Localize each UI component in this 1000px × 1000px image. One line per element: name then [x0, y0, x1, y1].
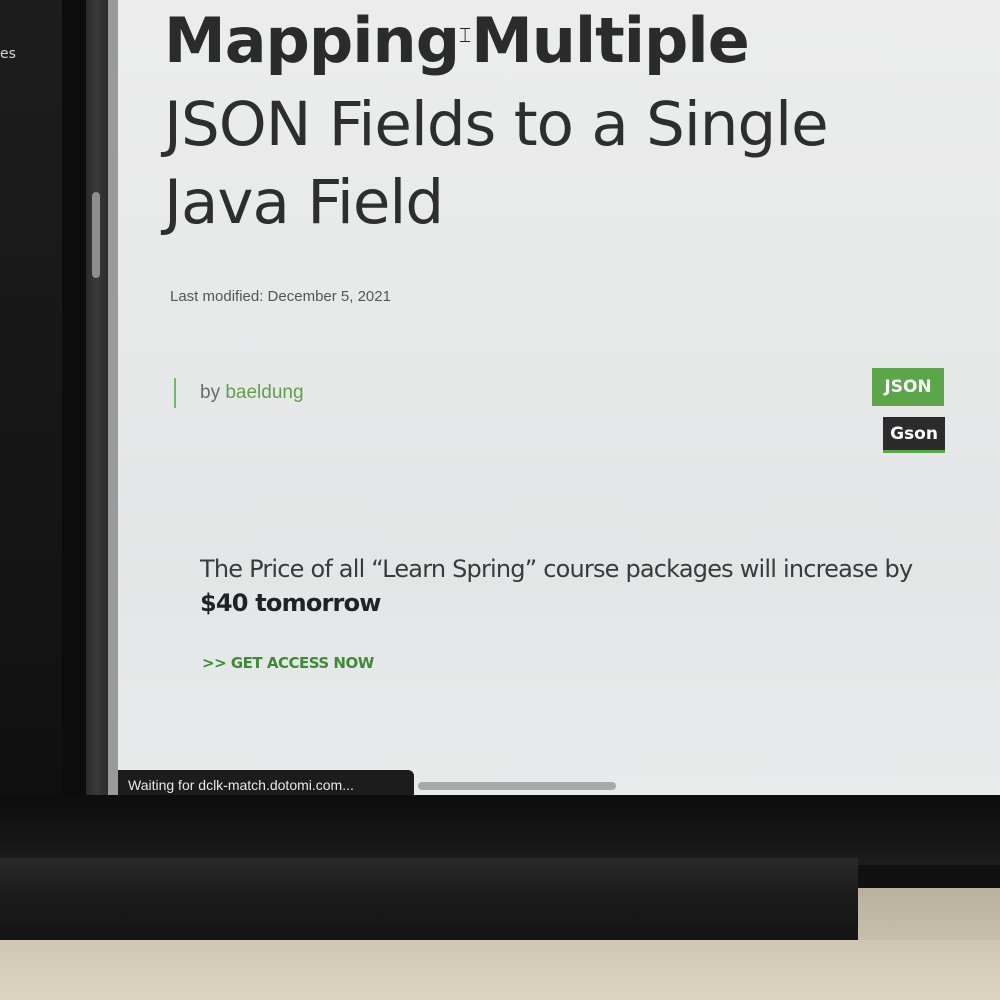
last-modified-date: Last modified: December 5, 2021 [170, 288, 391, 305]
photo-scene: es Mapping⌶Multiple JSON Fields to a Sin… [0, 0, 1000, 1000]
author-byline: by baeldung [174, 378, 304, 408]
article-title-bold: Mapping⌶Multiple [164, 4, 750, 77]
browser-status-bar: Waiting for dclk-match.dotomi.com... [118, 770, 414, 798]
promo-highlight: $40 tomorrow [200, 589, 381, 617]
promo-banner: The Price of all “Learn Spring” course p… [200, 552, 920, 620]
text-cursor-icon: ⌶ [459, 23, 471, 47]
author-link[interactable]: baeldung [225, 382, 303, 403]
title-word-multiple: Multiple [471, 4, 750, 77]
sidebar-partial-text: es [0, 46, 16, 62]
desk-surface [0, 940, 1000, 1000]
author-prefix: by [200, 382, 221, 403]
window-divider [62, 0, 86, 800]
vertical-scrollbar-thumb[interactable] [92, 192, 100, 278]
tag-json[interactable]: JSON [872, 368, 944, 406]
get-access-link[interactable]: >> GET ACCESS NOW [202, 654, 374, 672]
horizontal-scrollbar-thumb[interactable] [418, 782, 616, 790]
article-title-rest: JSON Fields to a Single Java Field [164, 89, 829, 238]
tag-gson[interactable]: Gson [883, 417, 945, 453]
editor-sidebar: es [0, 0, 62, 800]
vertical-scrollbar-track[interactable] [86, 0, 108, 800]
browser-page: Mapping⌶Multiple JSON Fields to a Single… [108, 0, 1000, 795]
promo-text: The Price of all “Learn Spring” course p… [200, 555, 913, 583]
laptop-bezel [0, 795, 1000, 865]
title-word-mapping: Mapping [164, 4, 460, 77]
